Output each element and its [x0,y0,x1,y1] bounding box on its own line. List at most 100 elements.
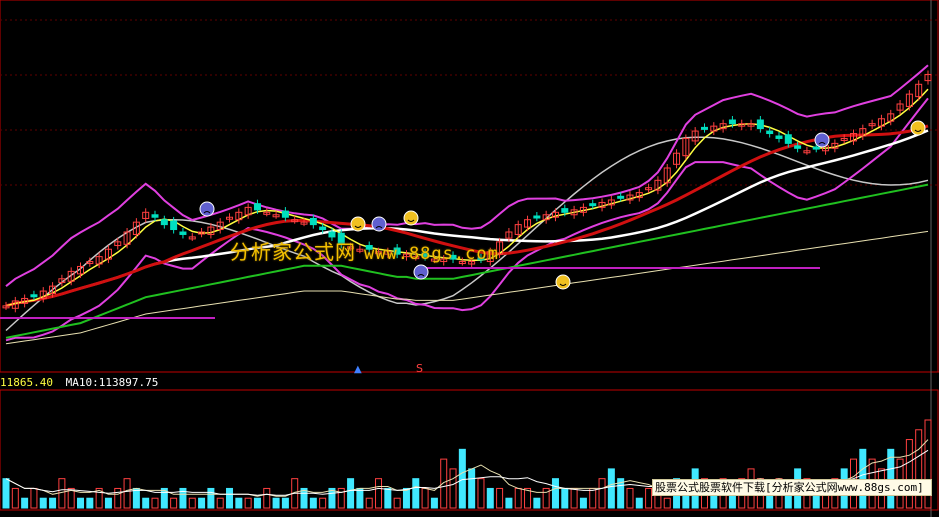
gray-oscillating-band [5,136,929,332]
candle-body [700,126,708,130]
volume-bar [77,497,85,509]
volume-bar [430,497,438,509]
candle-body [794,145,802,149]
volume-bar [207,487,215,509]
smile-face-icon [555,274,571,290]
volume-bar [905,439,913,509]
volume-bar [11,487,19,509]
volume-bar [142,497,150,509]
smile-face-icon [403,210,419,226]
volume-ma-header: 11865.40 MA10:113897.75 [0,376,164,389]
up-arrow-signal: ▲ [354,364,362,375]
candle-body [756,119,764,130]
ma-red-line [5,124,929,308]
volume-bar [570,487,578,509]
volume-bar [198,497,206,509]
candle-body [561,208,569,213]
sad-face-icon [371,216,387,232]
volume-ma10-value: MA10:113897.75 [65,376,159,389]
volume-bar [30,487,38,509]
candle-body [812,146,820,150]
candle-body [589,203,597,207]
volume-bar [67,487,75,509]
volume-bar [375,478,383,509]
volume-bar [440,458,448,509]
sad-face-icon [413,264,429,280]
candle-body [775,135,783,139]
volume-bar [39,497,47,509]
volume-bar [579,497,587,509]
volume-bar [114,487,122,509]
volume-bar [21,497,29,509]
volume-bar [589,487,597,509]
volume-bar [486,487,494,509]
volume-bar [496,487,504,509]
watermark-center-text: 分析家公式网 [230,240,356,264]
sad-face-icon [199,201,215,217]
volume-bar [635,497,643,509]
candle-body [30,294,38,298]
sell-signal-mark: S [416,362,423,375]
volume-bar [281,497,289,509]
volume-bar [524,487,532,509]
volume-bar [309,497,317,509]
volume-bar [49,497,57,509]
watermark-center-url: www.88gs.com [364,244,499,264]
volume-bar [216,497,224,509]
watermark-footer: 股票公式股票软件下载[分析家公式网www.88gs.com] [652,479,932,496]
volume-bar [915,429,923,509]
volume-bar [132,487,140,509]
volume-bar [607,468,615,509]
candle-body [160,219,168,226]
volume-bar [561,487,569,509]
volume-bar [645,487,653,509]
volume-bar [123,478,131,509]
watermark-center: 分析家公式网 www.88gs.com [230,236,499,265]
volume-bar [328,487,336,509]
volume-bar [244,497,252,509]
candle-body [319,226,327,231]
volume-bar [235,497,243,509]
volume-bar [449,468,457,509]
volume-bar [468,468,476,509]
volume-bar [477,478,485,509]
volume-bar [319,497,327,509]
volume-bar [412,478,420,509]
candle-body [784,134,792,144]
volume-bar [272,497,280,509]
volume-bar [626,487,634,509]
ma-yellow-line [5,88,929,307]
volume-bar [663,497,671,509]
volume-bar [2,478,10,509]
candle-body [533,215,541,219]
volume-bar [505,497,513,509]
volume-bar [300,487,308,509]
volume-bar [551,478,559,509]
volume-bar [365,497,373,509]
volume-bar [104,497,112,509]
volume-bar [514,487,522,509]
candle-body [170,220,178,231]
sad-face-icon [814,132,830,148]
volume-bar [393,497,401,509]
volume-bar [347,478,355,509]
volume-bar [86,497,94,509]
volume-bar [421,487,429,509]
volume-bar [170,497,178,509]
volume-bar [263,487,271,509]
volume-bar [337,487,345,509]
candle-body [309,217,317,226]
candle-body [151,214,159,218]
stock-chart-window: ▲ S 11865.40 MA10:113897.75 分析家公式网 www.88g… [0,0,939,517]
volume-bar [402,487,410,509]
volume-bar [533,497,541,509]
volume-bar [356,487,364,509]
candle-body [253,203,261,211]
volume-bar [188,497,196,509]
volume-bar [253,497,261,509]
candle-body [766,130,774,135]
volume-bar [384,487,392,509]
candle-body [728,119,736,125]
smile-face-icon [350,216,366,232]
volume-bar [151,497,159,509]
